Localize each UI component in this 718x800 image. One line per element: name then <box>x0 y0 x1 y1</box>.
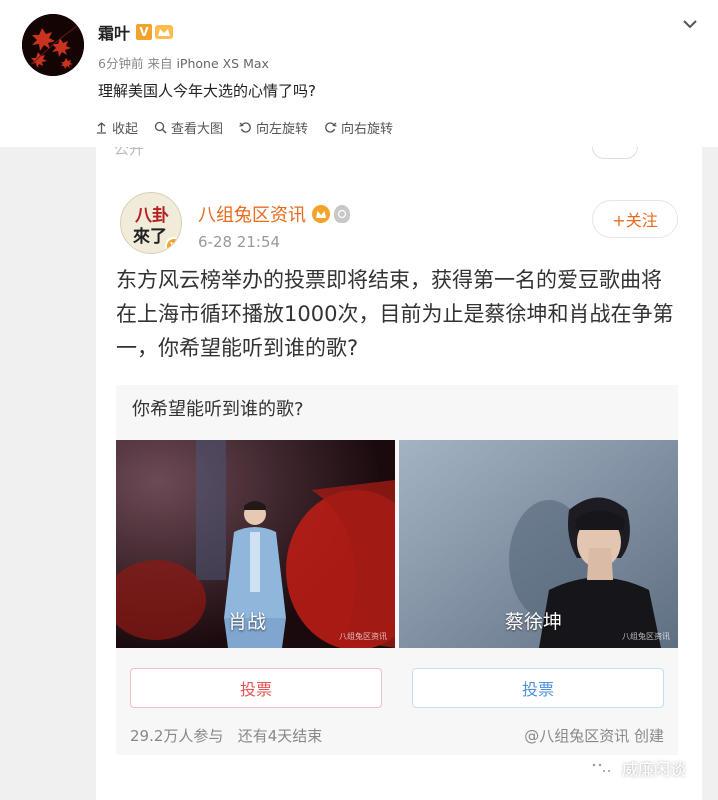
rotate-right-label: 向右旋转 <box>341 122 394 137</box>
collapse-icon <box>97 122 106 134</box>
member-badge-icon <box>155 25 174 39</box>
collapse-button[interactable]: 收起 <box>95 118 138 137</box>
vote-remaining: 还有4天结束 <box>237 727 323 745</box>
post-meta: 6分钟前 来自 iPhone XS Max <box>98 53 269 72</box>
inner-post-time: 6-28 21:54 <box>198 233 281 251</box>
wechat-watermark: 威廉闲谈 <box>586 756 686 780</box>
rotate-right-button[interactable]: 向右旋转 <box>324 118 393 137</box>
avatar-logo-top: 八卦 <box>135 206 169 226</box>
follow-button[interactable]: +关注 <box>592 200 678 238</box>
avatar-logo-bottom: 來了 <box>133 227 167 247</box>
vote-creator[interactable]: @八组兔区资讯 创建 <box>524 725 664 746</box>
wechat-icon <box>587 758 615 778</box>
post-source: iPhone XS Max <box>176 56 269 71</box>
author-name[interactable]: 霜叶 <box>98 20 130 44</box>
rotate-left-button[interactable]: 向左旋转 <box>239 118 308 137</box>
vote-option-image-caixukun[interactable]: 蔡徐坤 八组兔区资讯 <box>399 440 678 648</box>
account-name[interactable]: 八组兔区资讯 <box>198 201 306 227</box>
visibility-label: 公开 <box>114 147 145 158</box>
chevron-down-icon[interactable] <box>682 18 698 30</box>
embedded-screenshot: 公开 八卦 來了 V 八组兔区资讯 6-28 21:54 +关注 东方风云榜举办… <box>96 147 702 800</box>
image-watermark: 八组兔区资讯 <box>339 632 387 641</box>
view-large-label: 查看大图 <box>171 122 224 137</box>
image-actions-bar: 收起 查看大图 向左旋转 向右旋转 <box>95 118 409 137</box>
search-icon <box>154 121 167 134</box>
vip-badge: V <box>136 24 153 40</box>
remnant-button <box>592 147 638 159</box>
option-label-caixukun: 蔡徐坤 <box>505 611 563 633</box>
maple-leaves-image <box>22 14 84 76</box>
collapse-label: 收起 <box>112 122 139 137</box>
post-text: 理解美国人今年大选的心情了吗? <box>98 82 316 100</box>
inner-post-text: 东方风云榜举办的投票即将结束，获得第一名的爱豆歌曲将在上海市循环播放1000次，… <box>116 268 674 360</box>
source-prefix: 来自 <box>147 56 173 71</box>
vote-participants: 29.2万人参与 <box>130 727 224 745</box>
author-row: 霜叶 V <box>98 20 174 44</box>
view-large-button[interactable]: 查看大图 <box>154 118 223 137</box>
rotate-right-icon <box>325 122 337 133</box>
account-avatar[interactable]: 八卦 來了 V <box>120 192 182 254</box>
watermark-text: 威廉闲谈 <box>622 760 687 779</box>
image-watermark: 八组兔区资讯 <box>622 632 670 641</box>
option-label-xiaozhan: 肖战 <box>228 611 267 633</box>
medal-icon <box>334 205 350 223</box>
account-badge-icon <box>312 205 330 223</box>
author-avatar[interactable] <box>22 14 84 76</box>
rotate-left-icon <box>239 122 251 133</box>
verified-badge: V <box>165 237 181 253</box>
post-time: 6分钟前 <box>98 56 144 71</box>
weibo-post: 霜叶 V 6分钟前 来自 iPhone XS Max 理解美国人今年大选的心情了… <box>0 0 718 147</box>
rotate-left-label: 向左旋转 <box>256 122 309 137</box>
vote-card: 你希望能听到谁的歌? 肖战 八组兔区资讯 蔡徐坤 八组兔区资讯 投票 投票 29… <box>116 385 678 755</box>
visibility-remnant: 公开 <box>114 147 186 159</box>
vote-stats: 29.2万人参与 还有4天结束 <box>130 725 322 746</box>
vote-button-xiaozhan[interactable]: 投票 <box>130 668 382 708</box>
vote-button-caixukun[interactable]: 投票 <box>412 668 664 708</box>
vote-option-image-xiaozhan[interactable]: 肖战 八组兔区资讯 <box>116 440 395 648</box>
vote-question: 你希望能听到谁的歌? <box>132 399 304 420</box>
account-name-row: 八组兔区资讯 <box>198 201 350 227</box>
